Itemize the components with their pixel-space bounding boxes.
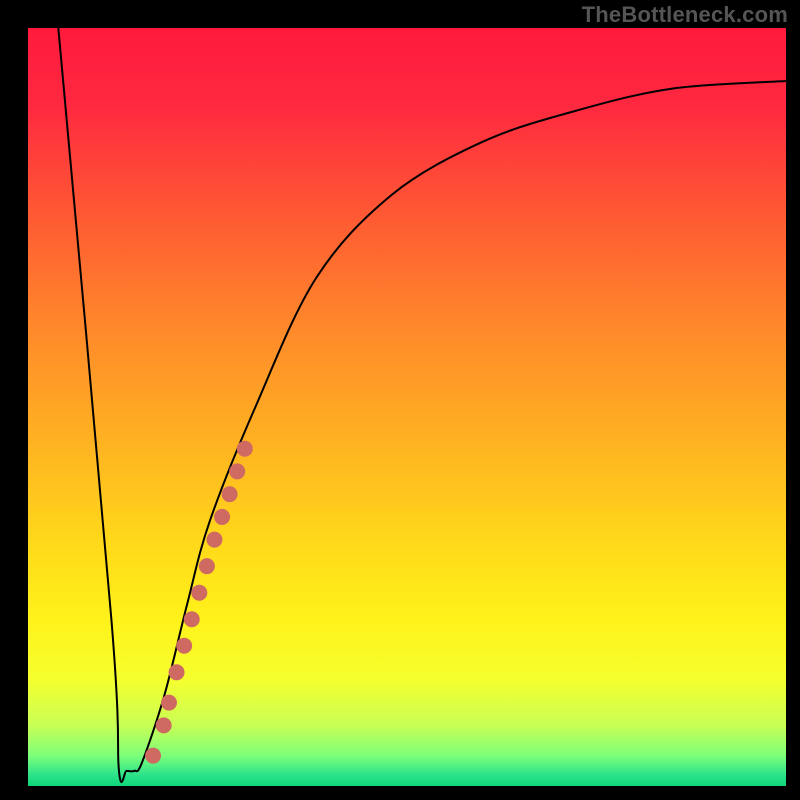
- marker-point: [176, 638, 192, 654]
- marker-point: [184, 611, 200, 627]
- bottleneck-chart: [0, 0, 800, 800]
- marker-point: [156, 717, 172, 733]
- marker-point: [199, 558, 215, 574]
- chart-container: TheBottleneck.com: [0, 0, 800, 800]
- marker-point: [161, 695, 177, 711]
- marker-point: [206, 532, 222, 548]
- marker-point: [191, 585, 207, 601]
- marker-point: [229, 463, 245, 479]
- marker-point: [237, 441, 253, 457]
- marker-point: [169, 664, 185, 680]
- attribution-text: TheBottleneck.com: [582, 2, 788, 28]
- marker-point: [214, 509, 230, 525]
- marker-point: [145, 748, 161, 764]
- marker-point: [222, 486, 238, 502]
- plot-area: [28, 28, 786, 786]
